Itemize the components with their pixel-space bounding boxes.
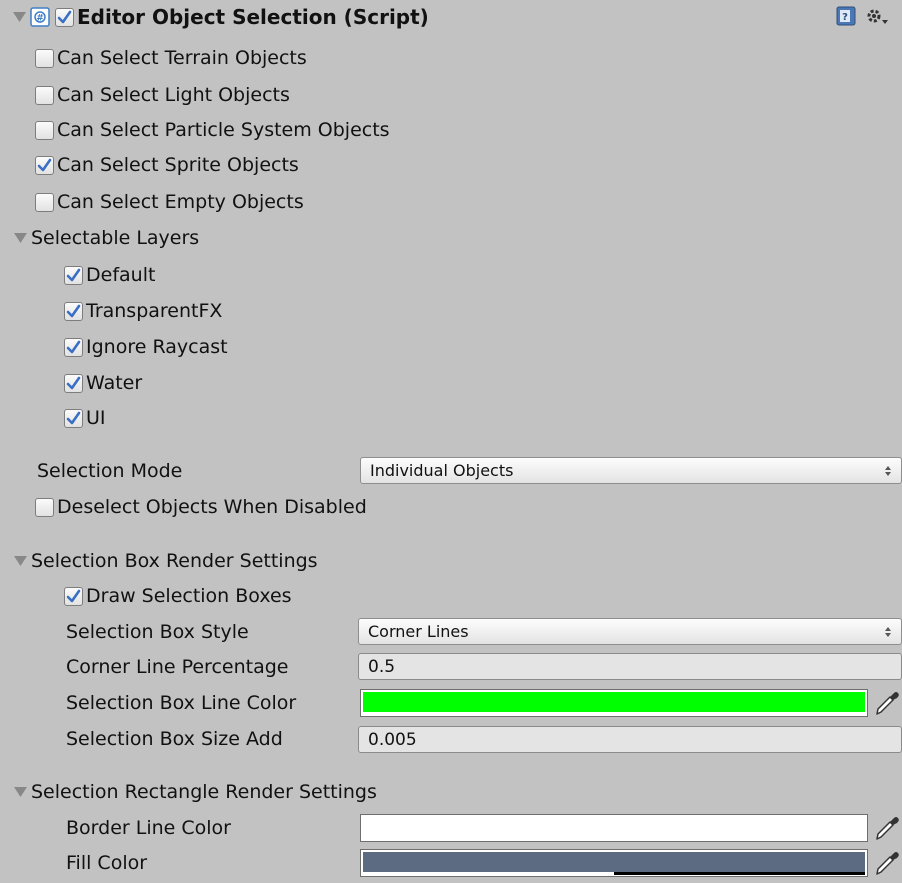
eyedropper-icon[interactable] [872, 813, 902, 843]
corner-line-percentage-label: Corner Line Percentage [66, 650, 288, 684]
dropdown-arrows-icon [885, 627, 891, 637]
toggle-label: Can Select Terrain Objects [57, 47, 307, 69]
eyedropper-icon[interactable] [872, 848, 902, 878]
selection-box-line-color-label: Selection Box Line Color [66, 686, 296, 720]
layer-default[interactable]: Default [64, 258, 155, 292]
selection-rectangle-settings-foldout[interactable]: Selection Rectangle Render Settings [13, 775, 377, 809]
foldout-label: Selection Rectangle Render Settings [31, 781, 377, 803]
border-line-color-label: Border Line Color [66, 811, 231, 845]
svg-text:#: # [36, 14, 44, 24]
selection-box-line-color-field[interactable] [360, 689, 868, 717]
selection-box-style-label: Selection Box Style [66, 615, 249, 649]
field-label: Fill Color [66, 852, 148, 874]
foldout-arrow-icon[interactable] [13, 231, 27, 245]
toggle-label: Can Select Light Objects [57, 84, 290, 106]
dropdown-value: Corner Lines [368, 622, 469, 641]
field-label: Border Line Color [66, 817, 231, 839]
toggle-light[interactable]: Can Select Light Objects [35, 78, 290, 112]
field-label: Selection Box Line Color [66, 692, 297, 714]
gear-icon[interactable] [865, 6, 889, 33]
layer-ignore-raycast[interactable]: Ignore Raycast [64, 330, 228, 364]
toggle-deselect-when-disabled[interactable]: Deselect Objects When Disabled [35, 490, 367, 524]
dropdown-arrows-icon [885, 466, 891, 476]
input-value: 0.005 [368, 729, 417, 750]
toggle-label: Can Select Particle System Objects [57, 119, 390, 141]
checkbox[interactable] [35, 497, 54, 517]
foldout-arrow-icon[interactable] [12, 10, 26, 24]
eyedropper-icon[interactable] [872, 688, 902, 718]
field-label: Corner Line Percentage [66, 656, 289, 678]
alpha-bar [363, 712, 865, 715]
svg-text:?: ? [842, 12, 848, 23]
toggle-empty[interactable]: Can Select Empty Objects [35, 185, 304, 219]
layer-transparentfx[interactable]: TransparentFX [64, 294, 222, 328]
selection-mode-dropdown[interactable]: Individual Objects [360, 457, 902, 484]
layer-label: Default [86, 264, 156, 286]
script-icon: # [30, 7, 50, 27]
fill-color-label: Fill Color [66, 846, 147, 880]
toggle-draw-selection-boxes[interactable]: Draw Selection Boxes [64, 579, 292, 613]
foldout-arrow-icon[interactable] [13, 785, 27, 799]
foldout-label: Selectable Layers [31, 227, 200, 249]
color-swatch [363, 852, 865, 873]
toggle-particle-system[interactable]: Can Select Particle System Objects [35, 113, 390, 147]
alpha-bar [363, 872, 865, 875]
layer-label: Water [86, 372, 143, 394]
toggle-label: Draw Selection Boxes [86, 585, 292, 607]
alpha-bar [363, 837, 865, 840]
field-label: Selection Mode [37, 460, 183, 482]
input-value: 0.5 [368, 656, 396, 677]
checkbox[interactable] [64, 301, 83, 321]
checkbox[interactable] [64, 337, 83, 357]
toggle-label: Can Select Empty Objects [57, 191, 304, 213]
checkbox[interactable] [35, 48, 54, 68]
toggle-label: Can Select Sprite Objects [57, 154, 299, 176]
selectable-layers-foldout[interactable]: Selectable Layers [13, 221, 199, 255]
component-enabled-checkbox[interactable] [55, 7, 74, 27]
checkbox[interactable] [35, 192, 54, 212]
layer-ui[interactable]: UI [64, 401, 106, 435]
checkbox[interactable] [64, 408, 83, 428]
fill-color-field[interactable] [360, 849, 868, 877]
selection-mode-label: Selection Mode [37, 454, 182, 488]
checkbox[interactable] [35, 155, 54, 175]
toggle-terrain[interactable]: Can Select Terrain Objects [35, 41, 307, 75]
toggle-sprite[interactable]: Can Select Sprite Objects [35, 148, 299, 182]
toggle-label: Deselect Objects When Disabled [57, 496, 367, 518]
selection-box-settings-foldout[interactable]: Selection Box Render Settings [13, 544, 318, 578]
field-label: Selection Box Size Add [66, 728, 283, 750]
border-line-color-field[interactable] [360, 814, 868, 842]
component-header: # Editor Object Selection (Script) [12, 0, 429, 34]
color-swatch [363, 692, 865, 713]
layer-label: TransparentFX [86, 300, 223, 322]
dropdown-value: Individual Objects [370, 461, 514, 480]
checkbox[interactable] [35, 85, 54, 105]
component-title: Editor Object Selection (Script) [77, 5, 429, 29]
layer-label: Ignore Raycast [86, 336, 228, 358]
checkbox[interactable] [64, 265, 83, 285]
checkbox[interactable] [35, 120, 54, 140]
layer-water[interactable]: Water [64, 366, 142, 400]
field-label: Selection Box Style [66, 621, 249, 643]
color-swatch [363, 817, 865, 838]
help-book-icon[interactable]: ? [836, 6, 856, 31]
corner-line-percentage-input[interactable]: 0.5 [358, 653, 902, 680]
selection-box-style-dropdown[interactable]: Corner Lines [358, 618, 902, 645]
layer-label: UI [86, 407, 106, 429]
foldout-arrow-icon[interactable] [13, 554, 27, 568]
selection-box-size-add-label: Selection Box Size Add [66, 722, 283, 756]
selection-box-size-add-input[interactable]: 0.005 [358, 726, 902, 753]
checkbox[interactable] [64, 586, 83, 606]
foldout-label: Selection Box Render Settings [31, 550, 318, 572]
checkbox[interactable] [64, 373, 83, 393]
